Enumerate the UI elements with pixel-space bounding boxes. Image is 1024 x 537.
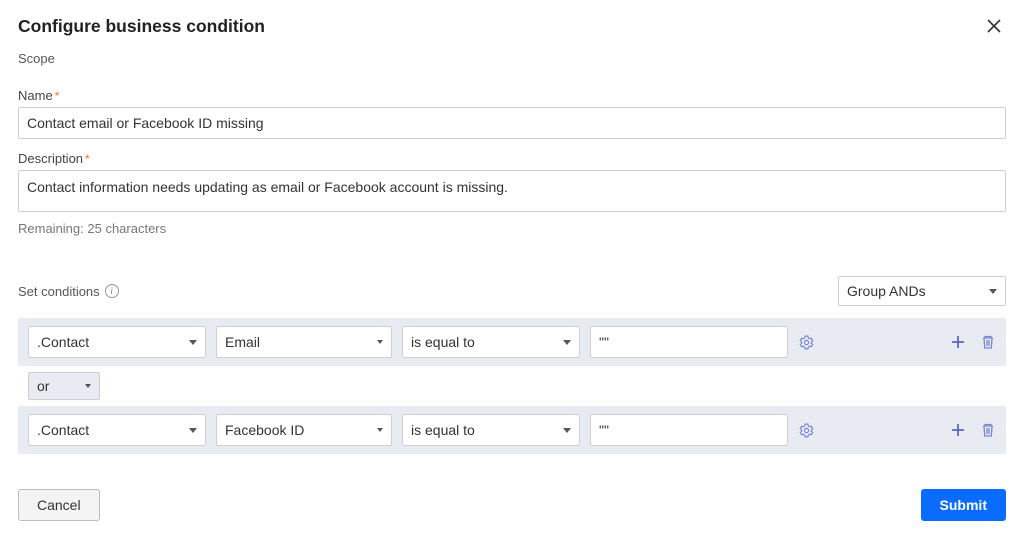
field-value: Email: [225, 334, 260, 350]
caret-down-icon: [377, 340, 383, 344]
group-mode-value: Group ANDs: [847, 283, 926, 299]
value-input[interactable]: "": [590, 326, 788, 358]
operator-value: is equal to: [411, 334, 475, 350]
condition-row: .Contact Facebook ID is equal to "": [18, 406, 1006, 454]
connector-row: or: [18, 366, 1006, 406]
group-mode-select[interactable]: Group ANDs: [838, 276, 1006, 306]
field-select[interactable]: Email: [216, 326, 392, 358]
submit-button[interactable]: Submit: [921, 489, 1006, 521]
value-text: "": [599, 422, 609, 438]
value-input[interactable]: "": [590, 414, 788, 446]
caret-down-icon: [189, 340, 197, 345]
caret-down-icon: [85, 384, 91, 388]
description-label: Description*: [18, 151, 1006, 166]
delete-condition-button[interactable]: [980, 334, 996, 350]
name-input[interactable]: [18, 107, 1006, 139]
name-label: Name*: [18, 88, 1006, 103]
context-select[interactable]: .Contact: [28, 414, 206, 446]
caret-down-icon: [563, 428, 571, 433]
info-icon[interactable]: i: [105, 284, 119, 298]
context-value: .Contact: [37, 422, 89, 438]
dialog-title: Configure business condition: [18, 16, 265, 37]
delete-condition-button[interactable]: [980, 422, 996, 438]
caret-down-icon: [989, 289, 997, 294]
required-star-icon: *: [85, 152, 90, 166]
remaining-chars: Remaining: 25 characters: [18, 221, 1006, 236]
caret-down-icon: [377, 428, 383, 432]
field-select[interactable]: Facebook ID: [216, 414, 392, 446]
context-select[interactable]: .Contact: [28, 326, 206, 358]
connector-value: or: [37, 378, 49, 394]
gear-icon[interactable]: [798, 422, 815, 439]
operator-select[interactable]: is equal to: [402, 414, 580, 446]
context-value: .Contact: [37, 334, 89, 350]
scope-label: Scope: [18, 51, 1006, 66]
caret-down-icon: [563, 340, 571, 345]
caret-down-icon: [189, 428, 197, 433]
cancel-button[interactable]: Cancel: [18, 489, 100, 521]
add-condition-button[interactable]: [950, 422, 966, 438]
connector-select[interactable]: or: [28, 372, 100, 400]
description-input[interactable]: [18, 170, 1006, 212]
set-conditions-label: Set conditions: [18, 284, 100, 299]
gear-icon[interactable]: [798, 334, 815, 351]
add-condition-button[interactable]: [950, 334, 966, 350]
operator-select[interactable]: is equal to: [402, 326, 580, 358]
field-value: Facebook ID: [225, 422, 304, 438]
operator-value: is equal to: [411, 422, 475, 438]
value-text: "": [599, 334, 609, 350]
close-icon[interactable]: [982, 16, 1006, 40]
condition-row: .Contact Email is equal to "": [18, 318, 1006, 366]
required-star-icon: *: [55, 89, 60, 103]
